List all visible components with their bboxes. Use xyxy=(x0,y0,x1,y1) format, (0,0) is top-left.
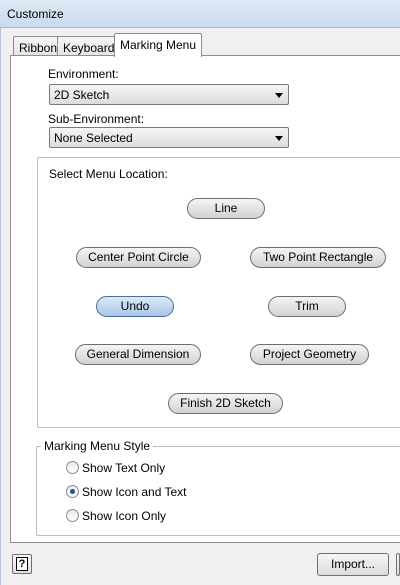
environment-label: Environment: xyxy=(48,67,119,81)
menu-item-trim[interactable]: Trim xyxy=(268,296,346,317)
menu-item-general-dimension[interactable]: General Dimension xyxy=(75,344,201,365)
marking-menu-style-label: Marking Menu Style xyxy=(41,439,154,453)
show-icon-and-text-label[interactable]: Show Icon and Text xyxy=(82,485,187,499)
help-icon: ? xyxy=(16,557,28,571)
environment-value: 2D Sketch xyxy=(54,88,110,102)
menu-item-two-point-rectangle[interactable]: Two Point Rectangle xyxy=(250,247,386,268)
menu-item-project-geometry[interactable]: Project Geometry xyxy=(250,344,369,365)
sub-environment-dropdown[interactable]: None Selected xyxy=(49,127,289,148)
environment-dropdown[interactable]: 2D Sketch xyxy=(49,84,289,105)
menu-item-undo[interactable]: Undo xyxy=(96,296,174,317)
radio-show-text-only[interactable] xyxy=(66,461,79,474)
tab-keyboard[interactable]: Keyboard xyxy=(57,36,121,57)
marking-menu-panel: Environment: 2D Sketch Sub-Environment: … xyxy=(10,55,400,543)
sub-environment-label: Sub-Environment: xyxy=(48,112,145,126)
dropdown-arrow-icon xyxy=(275,136,283,141)
next-button-partial[interactable] xyxy=(396,553,400,576)
menu-item-finish-2d-sketch[interactable]: Finish 2D Sketch xyxy=(168,393,283,414)
radio-show-icon-only[interactable] xyxy=(66,509,79,522)
show-icon-only-label[interactable]: Show Icon Only xyxy=(82,509,166,523)
radio-show-icon-and-text[interactable] xyxy=(66,485,79,498)
help-button[interactable]: ? xyxy=(12,554,32,574)
import-button[interactable]: Import... xyxy=(317,553,389,576)
show-text-only-label[interactable]: Show Text Only xyxy=(82,461,165,475)
menu-location-label: Select Menu Location: xyxy=(49,167,168,181)
dropdown-arrow-icon xyxy=(275,93,283,98)
window-title: Customize xyxy=(7,7,64,21)
tab-ribbon[interactable]: Ribbon xyxy=(13,36,64,57)
menu-item-center-point-circle[interactable]: Center Point Circle xyxy=(76,247,201,268)
menu-location-group: Select Menu Location: Line Center Point … xyxy=(37,157,400,428)
sub-environment-value: None Selected xyxy=(54,131,133,145)
tab-marking-menu[interactable]: Marking Menu xyxy=(114,33,203,57)
title-bar: Customize xyxy=(0,0,400,28)
menu-item-line[interactable]: Line xyxy=(187,198,265,219)
